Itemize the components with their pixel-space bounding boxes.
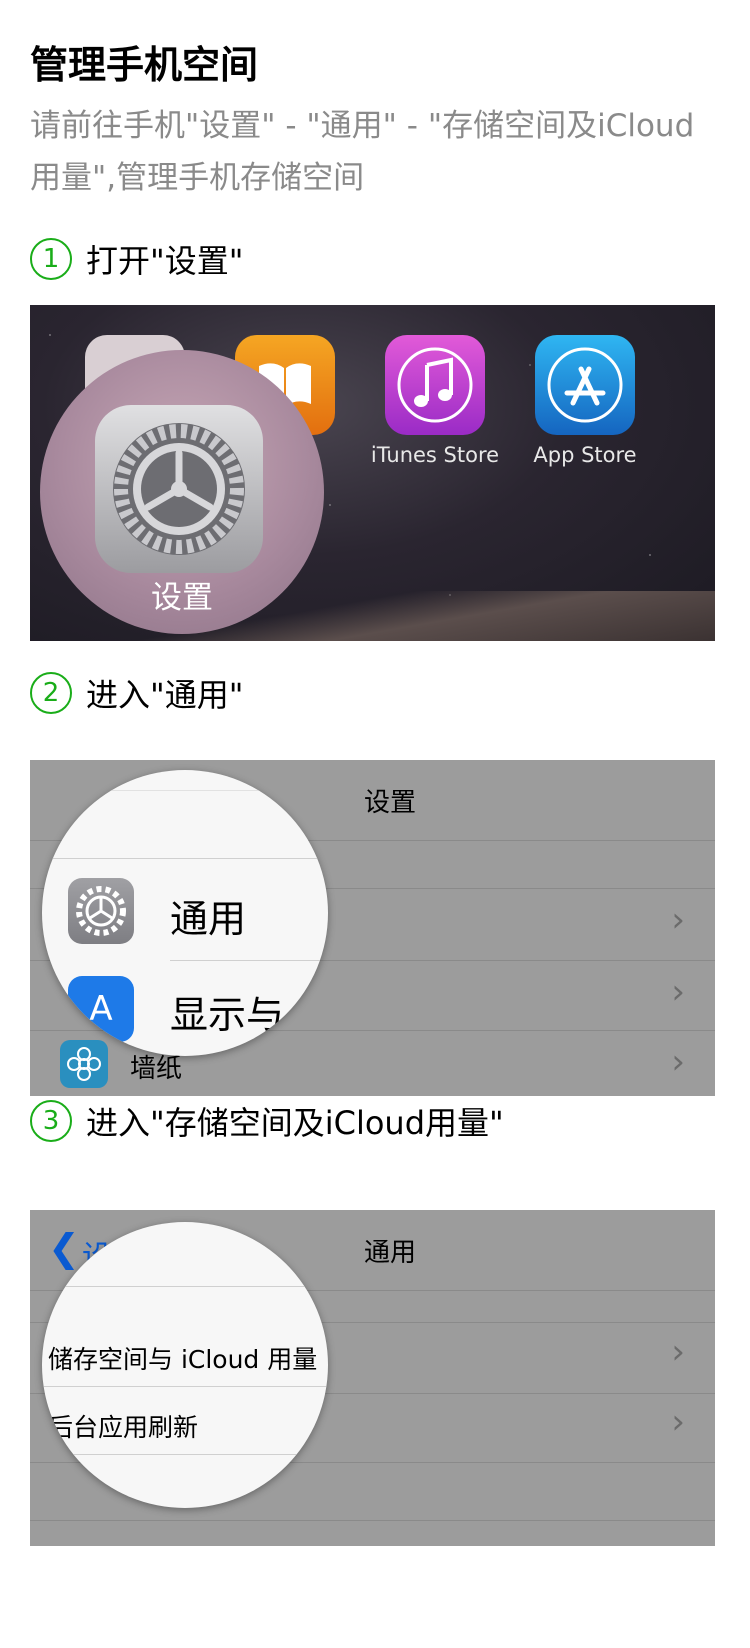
magnifier-circle: 通用 A 显示与: [42, 770, 328, 1056]
gear-icon: [68, 878, 134, 944]
itunes-store-app-icon[interactable]: [385, 335, 485, 435]
app-store-app-icon[interactable]: [535, 335, 635, 435]
itunes-store-label: iTunes Store: [370, 443, 500, 467]
step-number-1: 1: [30, 238, 72, 280]
app-store-icon: [547, 347, 623, 423]
music-note-icon: [397, 347, 473, 423]
settings-app-label: 设置: [151, 580, 213, 616]
chevron-right-icon[interactable]: ›: [671, 1402, 685, 1442]
row-storage-label[interactable]: 储存空间与 iCloud 用量: [48, 1340, 317, 1376]
row-general-label[interactable]: 通用: [170, 888, 246, 943]
chevron-right-icon[interactable]: ›: [671, 1042, 685, 1082]
chevron-right-icon[interactable]: ›: [671, 900, 685, 940]
chevron-right-icon[interactable]: ›: [671, 972, 685, 1012]
app-store-label: App Store: [533, 443, 637, 467]
step-2-screenshot: 设置 › › › 墙纸 通用 A 显示与: [30, 760, 715, 1096]
step-3-screenshot: 通用 ❮ 设 › › 储存空间与 iCloud 用量 后台应用刷新: [30, 1210, 715, 1546]
wallpaper-icon: [60, 1040, 108, 1088]
display-icon: A: [68, 976, 134, 1042]
settings-app-icon[interactable]: [95, 405, 263, 573]
nav-title: 通用: [363, 1237, 416, 1268]
magnifier-circle: 设置: [40, 350, 324, 634]
magnifier-circle: 储存空间与 iCloud 用量 后台应用刷新: [42, 1222, 328, 1508]
step-label-3: 进入"存储空间及iCloud用量": [86, 1104, 504, 1142]
step-1-screenshot: s iTunes Store App Store: [30, 305, 715, 641]
nav-title: 设置: [363, 787, 416, 818]
step-2: 2 进入"通用": [30, 670, 243, 716]
chevron-right-icon[interactable]: ›: [671, 1332, 685, 1372]
step-label-1: 打开"设置": [86, 242, 244, 280]
step-number-3: 3: [30, 1100, 72, 1142]
page-title: 管理手机空间: [30, 43, 259, 87]
step-number-2: 2: [30, 672, 72, 714]
step-label-2: 进入"通用": [86, 676, 244, 714]
row-background-refresh-label[interactable]: 后台应用刷新: [48, 1408, 198, 1444]
gear-icon: [113, 423, 245, 555]
row-display-label[interactable]: 显示与: [170, 984, 284, 1039]
page-description: 请前往手机"设置" - "通用" - "存储空间及iCloud用量",管理手机存…: [30, 108, 695, 196]
back-chevron-icon[interactable]: ❮: [48, 1226, 80, 1270]
step-3: 3 进入"存储空间及iCloud用量": [30, 1098, 504, 1144]
step-1: 1 打开"设置": [30, 236, 243, 282]
